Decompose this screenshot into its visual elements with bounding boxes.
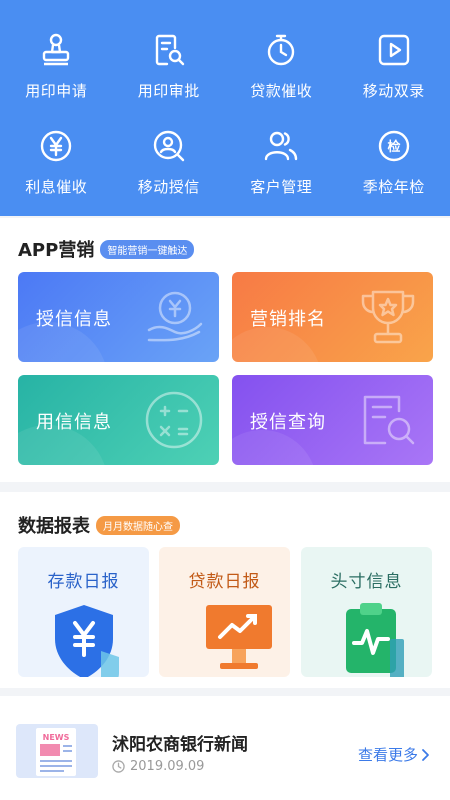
monitor-trend-icon bbox=[205, 605, 272, 669]
shield-yen-icon bbox=[54, 605, 119, 677]
card-label: 头寸信息 bbox=[330, 572, 403, 592]
video-play-icon bbox=[372, 28, 416, 72]
stopwatch-icon bbox=[259, 28, 303, 72]
card-label: 营销排名 bbox=[250, 309, 326, 330]
marketing-card-credit-query[interactable]: 授信查询 bbox=[232, 375, 433, 465]
card-label: 贷款日报 bbox=[188, 572, 261, 592]
clipboard-pulse-icon bbox=[346, 603, 405, 677]
news-date-text: 2019.09.09 bbox=[130, 759, 205, 774]
section-title: APP营销 bbox=[18, 240, 95, 261]
card-label: 存款日报 bbox=[47, 572, 120, 592]
document-search-icon bbox=[355, 387, 421, 453]
section-tag: 月月数据随心查 bbox=[96, 515, 180, 535]
quick-item-label: 移动授信 bbox=[137, 178, 200, 196]
reports-header: 数据报表 月月数据随心查 bbox=[18, 512, 180, 538]
news-section: NEWS 沭阳农商银行新闻 2019.09.09 查看更多 bbox=[0, 696, 450, 800]
trophy-icon bbox=[355, 284, 421, 350]
quick-item-label: 用印申请 bbox=[25, 82, 88, 100]
quick-item-label: 用印审批 bbox=[137, 82, 200, 100]
news-title[interactable]: 沭阳农商银行新闻 bbox=[112, 730, 248, 755]
quick-item-loan-collection[interactable]: 贷款催收 bbox=[225, 14, 338, 110]
calculator-icon bbox=[141, 387, 207, 453]
quick-action-grid: 用印申请 用印审批 贷款催收 移动双录 利息催收 移动授信 客户管理 检 季检年… bbox=[0, 0, 450, 204]
news-date: 2019.09.09 bbox=[112, 759, 204, 774]
quick-item-seal-apply[interactable]: 用印申请 bbox=[0, 14, 113, 110]
quick-item-inspection[interactable]: 检 季检年检 bbox=[338, 110, 450, 204]
marketing-header: APP营销 智能营销一键触达 bbox=[18, 236, 195, 262]
report-card-loan-daily[interactable]: 贷款日报 bbox=[159, 547, 290, 677]
quick-item-seal-approve[interactable]: 用印审批 bbox=[113, 14, 226, 110]
hand-yen-icon bbox=[141, 284, 207, 350]
card-label: 授信查询 bbox=[250, 412, 326, 433]
section-title: 数据报表 bbox=[18, 516, 90, 537]
marketing-card-credit-info[interactable]: 授信信息 bbox=[18, 272, 219, 362]
quick-item-mobile-record[interactable]: 移动双录 bbox=[338, 14, 450, 110]
news-thumbnail[interactable]: NEWS bbox=[16, 724, 98, 778]
quick-item-label: 移动双录 bbox=[362, 82, 425, 100]
document-search-icon bbox=[147, 28, 191, 72]
quick-item-label: 季检年检 bbox=[362, 178, 425, 196]
quick-action-panel: 用印申请 用印审批 贷款催收 移动双录 利息催收 移动授信 客户管理 检 季检年… bbox=[0, 0, 450, 216]
marketing-card-ranking[interactable]: 营销排名 bbox=[232, 272, 433, 362]
card-label: 用信信息 bbox=[36, 412, 112, 433]
quick-item-mobile-credit[interactable]: 移动授信 bbox=[113, 110, 226, 204]
quick-item-interest-collection[interactable]: 利息催收 bbox=[0, 110, 113, 204]
users-icon bbox=[259, 124, 303, 168]
svg-text:检: 检 bbox=[387, 139, 400, 155]
newspaper-icon: NEWS bbox=[36, 728, 76, 776]
marketing-section: APP营销 智能营销一键触达 授信信息 营销排名 用信信息 授信查询 bbox=[0, 218, 450, 482]
quick-item-customer-manage[interactable]: 客户管理 bbox=[225, 110, 338, 204]
yen-circle-icon bbox=[34, 124, 78, 168]
clock-icon bbox=[112, 760, 125, 773]
quick-item-label: 利息催收 bbox=[25, 178, 88, 196]
card-label: 授信信息 bbox=[36, 309, 112, 330]
view-more-link[interactable]: 查看更多 bbox=[358, 744, 432, 765]
reports-section: 数据报表 月月数据随心查 存款日报 贷款日报 头寸信息 bbox=[0, 492, 450, 688]
view-more-label: 查看更多 bbox=[357, 746, 418, 764]
report-card-position-info[interactable]: 头寸信息 bbox=[301, 547, 432, 677]
chevron-right-icon bbox=[422, 748, 429, 761]
inspect-badge-icon: 检 bbox=[372, 124, 416, 168]
quick-item-label: 客户管理 bbox=[250, 178, 313, 196]
report-card-deposit-daily[interactable]: 存款日报 bbox=[18, 547, 149, 677]
svg-text:NEWS: NEWS bbox=[43, 733, 70, 742]
person-search-icon bbox=[147, 124, 191, 168]
section-tag: 智能营销一键触达 bbox=[100, 239, 195, 259]
marketing-card-usage-info[interactable]: 用信信息 bbox=[18, 375, 219, 465]
quick-item-label: 贷款催收 bbox=[250, 82, 313, 100]
stamp-icon bbox=[34, 28, 78, 72]
